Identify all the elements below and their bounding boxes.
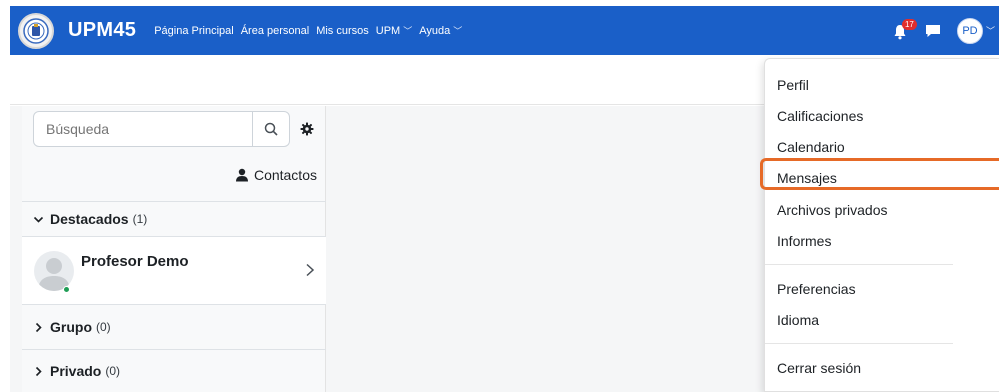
section-private-toggle[interactable]: Privado (0) — [22, 349, 326, 392]
chat-icon[interactable] — [925, 24, 941, 38]
nav-link-label: Página Principal — [154, 24, 234, 37]
menu-item-private-files[interactable]: Archivos privados — [777, 202, 888, 218]
contacts-link[interactable]: Contactos — [235, 167, 317, 183]
top-navbar: UPM45 Página Principal Área personal Mis… — [10, 6, 999, 55]
navbar-user-area: 17 PD ﹀ — [893, 6, 995, 55]
nav-link-my-courses[interactable]: Mis cursos — [316, 25, 369, 37]
nav-link-home[interactable]: Página Principal — [154, 25, 234, 37]
menu-divider — [765, 264, 953, 265]
user-avatar-button[interactable]: PD — [956, 17, 983, 44]
nav-link-upm[interactable]: UPM ﹀ — [376, 24, 412, 37]
section-starred-toggle[interactable]: Destacados (1) — [22, 201, 326, 236]
nav-link-label: UPM — [375, 24, 401, 37]
primary-nav: Página Principal Área personal Mis curso… — [154, 24, 469, 37]
user-dropdown-menu: Perfil Calificaciones Calendario Mensaje… — [764, 58, 999, 392]
user-initials: PD — [962, 24, 978, 37]
menu-item-language[interactable]: Idioma — [777, 312, 819, 328]
nav-link-help[interactable]: Ayuda ﹀ — [419, 24, 462, 37]
menu-item-reports[interactable]: Informes — [777, 233, 831, 249]
notifications-button[interactable]: 17 — [893, 18, 917, 41]
section-starred-label: Destacados — [50, 211, 129, 227]
chevron-right-icon — [306, 263, 315, 277]
search-button[interactable] — [253, 111, 290, 147]
menu-item-calendar[interactable]: Calendario — [777, 139, 845, 155]
section-group-count: (0) — [96, 320, 111, 334]
contact-list-item[interactable]: Profesor Demo — [22, 236, 326, 304]
menu-item-profile[interactable]: Perfil — [777, 77, 809, 93]
message-search — [33, 111, 315, 147]
contacts-label: Contactos — [253, 167, 317, 183]
contact-avatar — [34, 251, 74, 291]
gear-icon — [300, 122, 314, 136]
chevron-down-icon — [33, 216, 44, 223]
menu-item-grades[interactable]: Calificaciones — [777, 108, 863, 124]
menu-item-logout[interactable]: Cerrar sesión — [777, 360, 861, 376]
user-icon — [235, 168, 248, 182]
chevron-down-icon: ﹀ — [453, 26, 463, 36]
nav-link-dashboard[interactable]: Área personal — [241, 25, 310, 37]
contact-name: Profesor Demo — [81, 253, 189, 270]
messages-highlight-box — [760, 158, 999, 190]
search-icon — [264, 122, 278, 136]
settings-button[interactable] — [299, 121, 315, 137]
section-starred-count: (1) — [132, 212, 148, 226]
upm-logo[interactable] — [18, 12, 54, 49]
menu-divider — [765, 343, 953, 344]
chevron-right-icon — [35, 322, 42, 332]
section-private-count: (0) — [105, 364, 121, 378]
chevron-right-icon — [35, 366, 42, 376]
section-group-toggle[interactable]: Grupo (0) — [22, 304, 326, 349]
site-brand[interactable]: UPM45 — [68, 19, 136, 42]
notification-count-badge: 17 — [901, 18, 917, 30]
nav-link-label: Ayuda — [419, 24, 451, 37]
chevron-down-icon: ﹀ — [403, 26, 413, 36]
section-group-label: Grupo — [50, 319, 92, 335]
nav-link-label: Mis cursos — [316, 24, 369, 37]
nav-link-label: Área personal — [240, 24, 310, 37]
page: UPM45 Página Principal Área personal Mis… — [0, 0, 999, 392]
online-status-dot — [63, 286, 70, 293]
messaging-drawer: Contactos Destacados (1) Profesor Demo — [22, 106, 326, 392]
search-input[interactable] — [33, 111, 253, 147]
chevron-down-icon[interactable]: ﹀ — [986, 24, 995, 37]
section-private-label: Privado — [50, 363, 102, 379]
menu-item-preferences[interactable]: Preferencias — [777, 281, 856, 297]
